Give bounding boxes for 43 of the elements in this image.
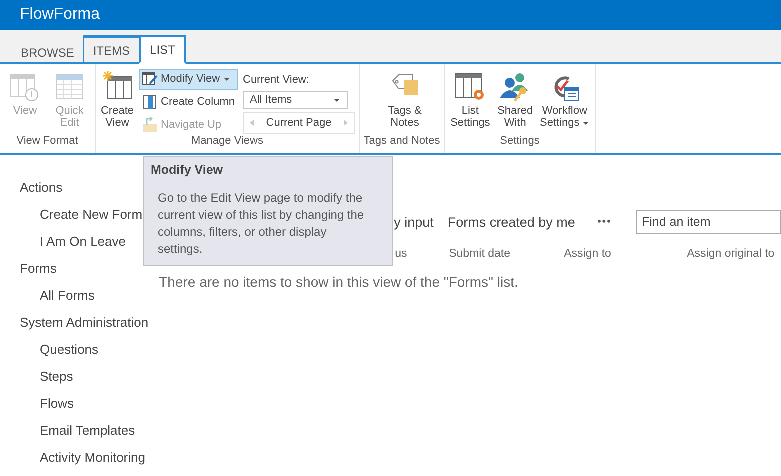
search-field[interactable]: Find an item <box>636 210 781 234</box>
ribbon-button[interactable]: Workflow Settings <box>538 69 591 135</box>
group-label: Manage Views <box>190 135 264 149</box>
edit-table-icon <box>142 71 158 88</box>
tooltip-title: Modify View <box>151 163 224 177</box>
nav-link[interactable]: Activity Monitoring <box>20 449 160 476</box>
create-view-button[interactable]: Create View <box>100 69 136 135</box>
ribbon-tab[interactable]: LIST <box>139 35 186 64</box>
column-header[interactable]: Assign to <box>564 248 612 260</box>
nav-link[interactable]: All Forms <box>20 287 160 314</box>
ribbon-small-button[interactable]: Create Column <box>139 92 238 112</box>
more-views-link[interactable]: ••• <box>597 216 612 228</box>
view-link[interactable]: Forms created by me <box>448 214 576 230</box>
ribbon-tab[interactable]: BROWSE <box>12 41 84 64</box>
group-label: View Format <box>16 135 80 149</box>
current-view-dropdown[interactable]: All Items <box>243 91 348 109</box>
nav-link[interactable]: Questions <box>20 341 160 368</box>
nav-heading[interactable]: System Administration <box>20 314 160 341</box>
nav-link[interactable]: Email Templates <box>20 422 160 449</box>
group-label: Settings <box>499 135 541 149</box>
column-header[interactable]: us <box>395 248 408 260</box>
current-view-label: Current View: <box>243 73 310 88</box>
empty-message: There are no items to show in this view of the "Forms" list. <box>159 274 520 290</box>
view-link[interactable]: y input <box>394 214 434 230</box>
caret-icon <box>333 96 341 104</box>
ribbon-button[interactable]: Shared With <box>494 69 537 135</box>
nav-link[interactable]: Steps <box>20 368 160 395</box>
previous-icon[interactable] <box>248 119 256 127</box>
ribbon-button[interactable]: Tags & Notes <box>382 69 428 135</box>
column-header[interactable]: Submit date <box>449 248 510 260</box>
nav-heading[interactable]: Forms <box>20 260 160 287</box>
app-title: FlowForma <box>20 6 100 24</box>
column-header[interactable]: Assign original to <box>687 248 775 260</box>
current-page-label: Current Page <box>266 117 332 129</box>
next-icon[interactable] <box>342 119 350 127</box>
nav-link[interactable]: Flows <box>20 395 160 422</box>
tooltip-text: Go to the Edit View page to modify the current view of this list by changing the columns, filters, or other display settings. <box>157 190 366 258</box>
ribbon-small-button[interactable]: Modify View <box>139 69 238 90</box>
group-label: Tags and Notes <box>362 135 442 149</box>
list-gear-icon <box>454 71 486 103</box>
column-icon <box>142 94 158 110</box>
ribbon-button[interactable]: List Settings <box>449 69 492 135</box>
folder-up-icon <box>142 116 158 133</box>
